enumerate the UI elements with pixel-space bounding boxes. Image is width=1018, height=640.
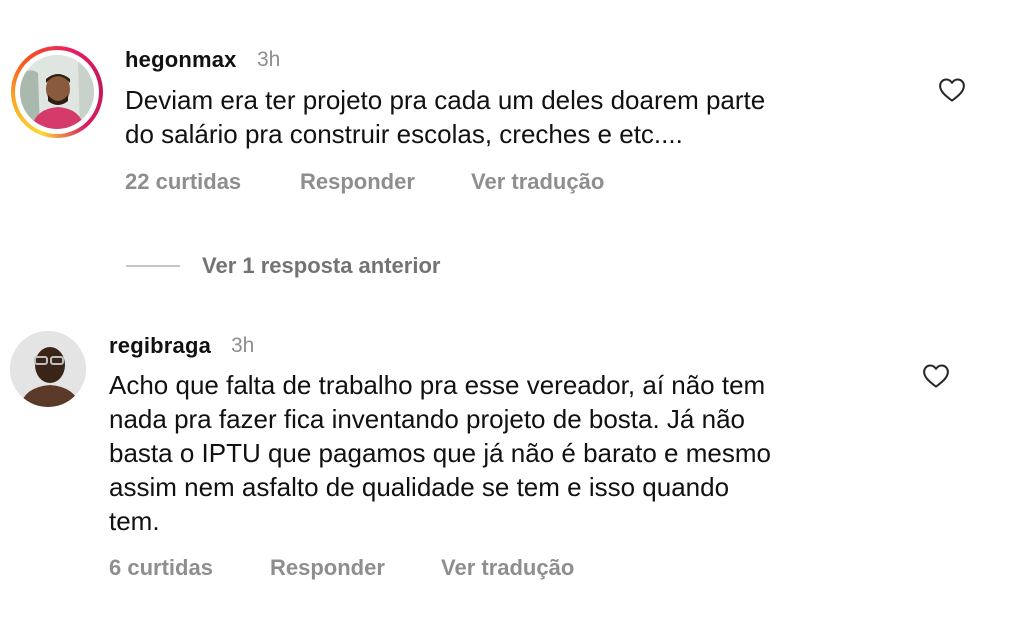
comment-time: 3h <box>257 48 281 71</box>
reply-button[interactable]: Responder <box>300 169 415 195</box>
avatar-person-illustration <box>10 331 86 407</box>
likes-count[interactable]: 22 curtidas <box>125 169 241 195</box>
heart-icon[interactable] <box>921 361 951 391</box>
comment-username[interactable]: regibraga <box>109 333 211 359</box>
translate-button[interactable]: Ver tradução <box>471 169 604 195</box>
view-previous-replies[interactable]: Ver 1 resposta anterior <box>126 250 440 282</box>
comment-time: 3h <box>231 334 255 357</box>
avatar-ring-gap <box>15 50 99 134</box>
avatar[interactable] <box>20 55 94 129</box>
avatar-story-ring[interactable] <box>11 46 103 138</box>
likes-count[interactable]: 6 curtidas <box>109 555 213 581</box>
avatar[interactable] <box>10 331 86 407</box>
avatar-person-illustration <box>20 55 94 129</box>
reply-button[interactable]: Responder <box>270 555 385 581</box>
heart-icon[interactable] <box>937 75 967 105</box>
comment-username[interactable]: hegonmax <box>125 47 237 73</box>
comment-text: Deviam era ter projeto pra cada um deles… <box>125 85 766 149</box>
translate-button[interactable]: Ver tradução <box>441 555 574 581</box>
replies-divider-line <box>126 265 180 267</box>
comment-text: Acho que falta de trabalho pra esse vere… <box>109 370 771 536</box>
view-replies-label: Ver 1 resposta anterior <box>202 253 441 278</box>
